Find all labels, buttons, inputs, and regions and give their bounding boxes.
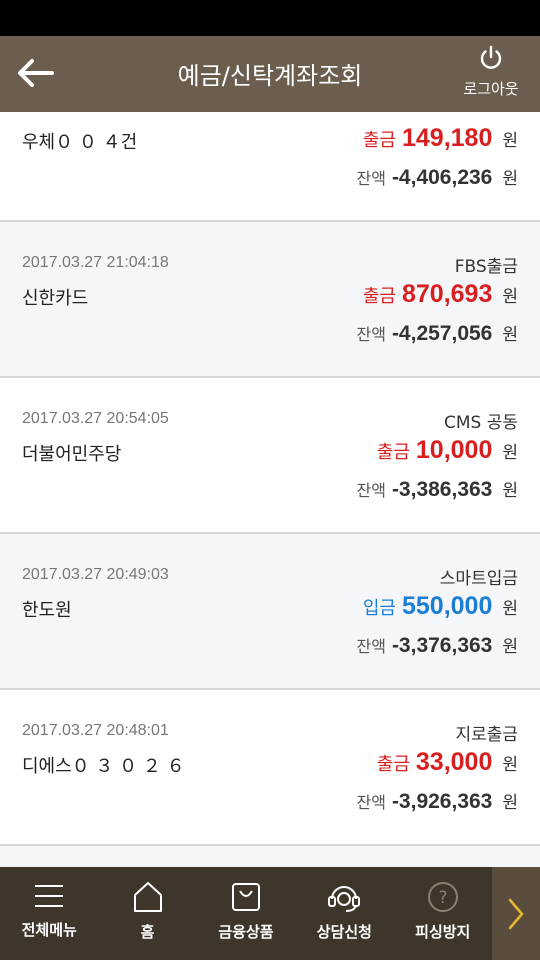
currency-unit: 원 (502, 443, 518, 463)
svg-text:?: ? (438, 888, 447, 908)
currency-unit: 원 (502, 131, 518, 151)
nav-item-home[interactable]: 홈 (98, 867, 196, 960)
currency-unit: 원 (502, 793, 518, 813)
headset-icon (328, 886, 361, 912)
currency-unit: 원 (502, 637, 518, 657)
app-header: 예금/신탁계좌조회 로그아웃 (0, 36, 540, 112)
transaction-payee: 한도원 (22, 600, 72, 621)
nav-item-all-menu[interactable]: 전체메뉴 (0, 867, 98, 960)
home-icon (133, 882, 162, 912)
currency-unit: 원 (502, 325, 518, 345)
nav-label: 금융상품 (218, 923, 274, 941)
power-icon (480, 45, 502, 69)
bottom-nav: 전체메뉴 홈 금융상품 상담신청 ? 피싱방지 (0, 867, 540, 960)
transaction-amount: 10,000 (415, 436, 493, 464)
menu-icon (35, 885, 64, 907)
balance-label: 잔액 (356, 169, 386, 188)
transaction-payee: 더불어민주당 (22, 444, 122, 465)
transaction-amount: 870,693 (401, 280, 493, 308)
transaction-kind: 출금 (376, 442, 410, 463)
transaction-payee: 신한카드 (22, 288, 89, 309)
transaction-kind: 입금 (362, 598, 396, 619)
currency-unit: 원 (502, 169, 518, 189)
transaction-row-partial[interactable] (0, 846, 540, 867)
transaction-type: CMS 공동 (443, 413, 518, 433)
transaction-date: 2017.03.27 20:48:01 (22, 722, 169, 739)
transaction-type: 지로출금 (455, 725, 518, 745)
balance-value: -3,386,363 (391, 478, 493, 501)
transaction-date: 2017.03.27 20:49:03 (22, 566, 169, 583)
transaction-date: 2017.03.27 21:04:18 (22, 254, 169, 271)
nav-item-products[interactable]: 금융상품 (197, 867, 295, 960)
nav-item-phishing[interactable]: ? 피싱방지 (394, 867, 492, 960)
balance-label: 잔액 (356, 637, 386, 656)
balance-label: 잔액 (356, 793, 386, 812)
transaction-kind: 출금 (362, 130, 396, 151)
transaction-amount: 149,180 (401, 124, 493, 152)
balance-label: 잔액 (356, 325, 386, 344)
transaction-row[interactable]: 2017.03.27 20:49:03 스마트입금 한도원 입금 550,000… (0, 534, 540, 690)
nav-label: 피싱방지 (415, 923, 471, 941)
transaction-payee: 디에스０ ３ ０ ２ ６ (22, 756, 185, 777)
transaction-date: 2017.03.27 20:54:05 (22, 410, 169, 427)
nav-label: 홈 (140, 923, 155, 941)
chevron-right-icon (508, 898, 524, 929)
balance-label: 잔액 (356, 481, 386, 500)
currency-unit: 원 (502, 287, 518, 307)
logout-label: 로그아웃 (463, 80, 519, 98)
shopping-bag-icon (231, 883, 260, 911)
transaction-payee: 우체０ ０ ４건 (22, 132, 138, 153)
transaction-amount: 33,000 (415, 748, 493, 776)
nav-label: 전체메뉴 (21, 921, 77, 939)
transaction-amount: 550,000 (401, 592, 493, 620)
balance-value: -4,257,056 (391, 322, 493, 345)
balance-value: -4,406,236 (391, 166, 493, 189)
currency-unit: 원 (502, 599, 518, 619)
transaction-row[interactable]: 2017.03.27 20:48:01 지로출금 디에스０ ３ ０ ２ ６ 출금… (0, 690, 540, 846)
balance-value: -3,926,363 (391, 790, 493, 813)
transaction-row[interactable]: 2017.03.27 21:04:18 FBS출금 신한카드 출금 870,69… (0, 222, 540, 378)
transaction-type: 스마트입금 (439, 569, 518, 589)
currency-unit: 원 (502, 481, 518, 501)
transaction-list[interactable]: 우체０ ０ ４건 출금 149,180 원 잔액 -4,406,236 원 20… (0, 112, 540, 867)
nav-label: 상담신청 (316, 923, 372, 941)
nav-item-consult[interactable]: 상담신청 (295, 867, 393, 960)
logout-button[interactable]: 로그아웃 (456, 44, 526, 104)
currency-unit: 원 (502, 755, 518, 775)
transaction-kind: 출금 (362, 286, 396, 307)
transaction-kind: 출금 (376, 754, 410, 775)
transaction-row[interactable]: 2017.03.27 20:54:05 CMS 공동 더불어민주당 출금 10,… (0, 378, 540, 534)
balance-value: -3,376,363 (391, 634, 493, 657)
nav-next-button[interactable] (491, 867, 540, 960)
transaction-type: FBS출금 (454, 257, 518, 277)
status-bar (0, 0, 540, 36)
question-icon: ? (427, 882, 458, 912)
transaction-row[interactable]: 우체０ ０ ４건 출금 149,180 원 잔액 -4,406,236 원 (0, 112, 540, 222)
